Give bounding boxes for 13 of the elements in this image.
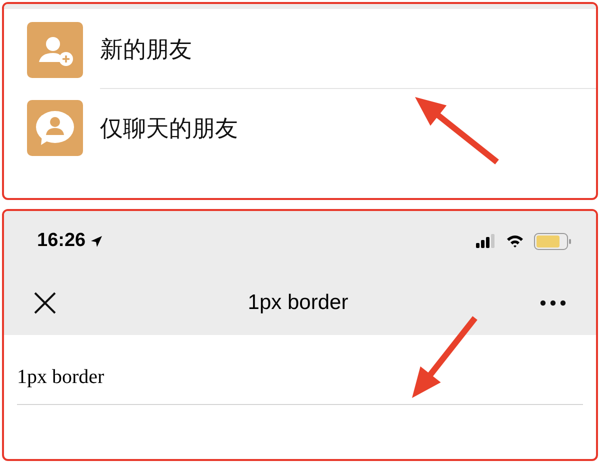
more-icon[interactable] (540, 300, 566, 306)
add-contact-icon (27, 22, 83, 78)
signal-icon (476, 234, 496, 248)
body-text: 1px border (17, 364, 104, 390)
chat-contact-icon (27, 100, 83, 156)
page-title: 1px border (248, 290, 348, 316)
contact-category[interactable]: 新的朋友 (100, 32, 192, 67)
contact-category[interactable]: 仅聊天的朋友 (100, 110, 238, 146)
location-icon (90, 234, 103, 248)
close-icon[interactable] (34, 292, 56, 314)
battery-icon (534, 232, 572, 250)
wifi-icon (506, 234, 524, 248)
status-time: 16:26 (37, 228, 86, 253)
